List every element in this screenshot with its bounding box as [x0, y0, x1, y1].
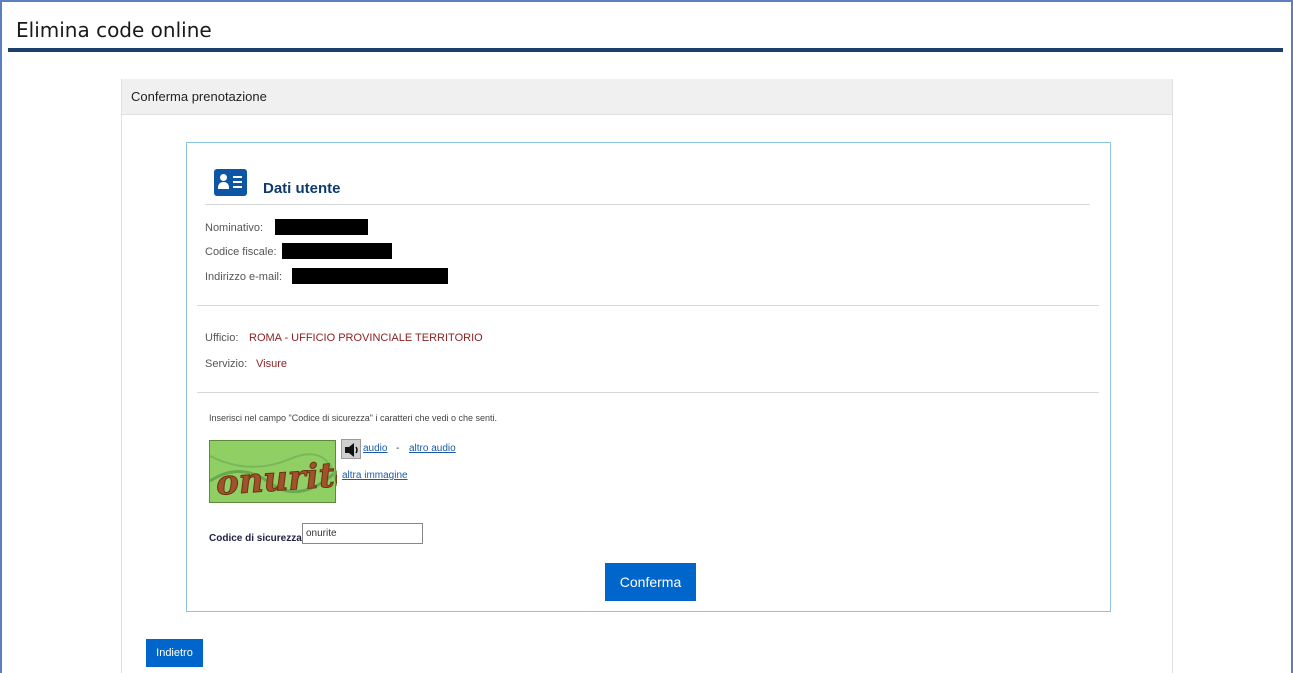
- codice-fiscale-value-redacted: [282, 243, 392, 259]
- speaker-icon[interactable]: [341, 439, 361, 459]
- page-title: Elimina code online: [16, 18, 212, 42]
- other-image-link[interactable]: altra immagine: [342, 470, 408, 481]
- email-label: Indirizzo e-mail:: [205, 271, 283, 283]
- nominativo-label: Nominativo:: [205, 222, 264, 234]
- nominativo-value-redacted: [275, 219, 368, 235]
- link-separator: -: [396, 443, 400, 454]
- codice-fiscale-label: Codice fiscale:: [205, 246, 277, 258]
- back-button[interactable]: Indietro: [146, 639, 203, 667]
- user-data-card: Dati utente Nominativo: Codice fiscale: …: [186, 142, 1111, 612]
- service-label: Servizio:: [205, 358, 248, 370]
- audio-link[interactable]: audio: [363, 443, 387, 454]
- panel-title: Conferma prenotazione: [131, 89, 267, 104]
- service-value: Visure: [256, 358, 287, 370]
- office-value: ROMA - UFFICIO PROVINCIALE TERRITORIO: [249, 332, 483, 344]
- security-code-label: Codice di sicurezza:: [209, 533, 306, 544]
- email-value-redacted: [292, 268, 448, 284]
- panel-header: Conferma prenotazione: [122, 79, 1172, 115]
- user-card-icon: [214, 169, 247, 196]
- other-audio-link[interactable]: altro audio: [409, 443, 456, 454]
- captcha-image: onurite: [209, 440, 337, 504]
- security-code-input[interactable]: [302, 523, 423, 544]
- confirm-button[interactable]: Conferma: [605, 563, 696, 601]
- divider: [205, 204, 1090, 205]
- divider: [197, 305, 1099, 306]
- page-header: Elimina code online: [8, 6, 1283, 52]
- office-label: Ufficio:: [205, 332, 239, 344]
- captcha-instruction: Inserisci nel campo "Codice di sicurezza…: [209, 413, 498, 423]
- captcha-text: onurite: [215, 454, 337, 504]
- user-data-heading: Dati utente: [263, 180, 341, 197]
- divider: [197, 392, 1099, 393]
